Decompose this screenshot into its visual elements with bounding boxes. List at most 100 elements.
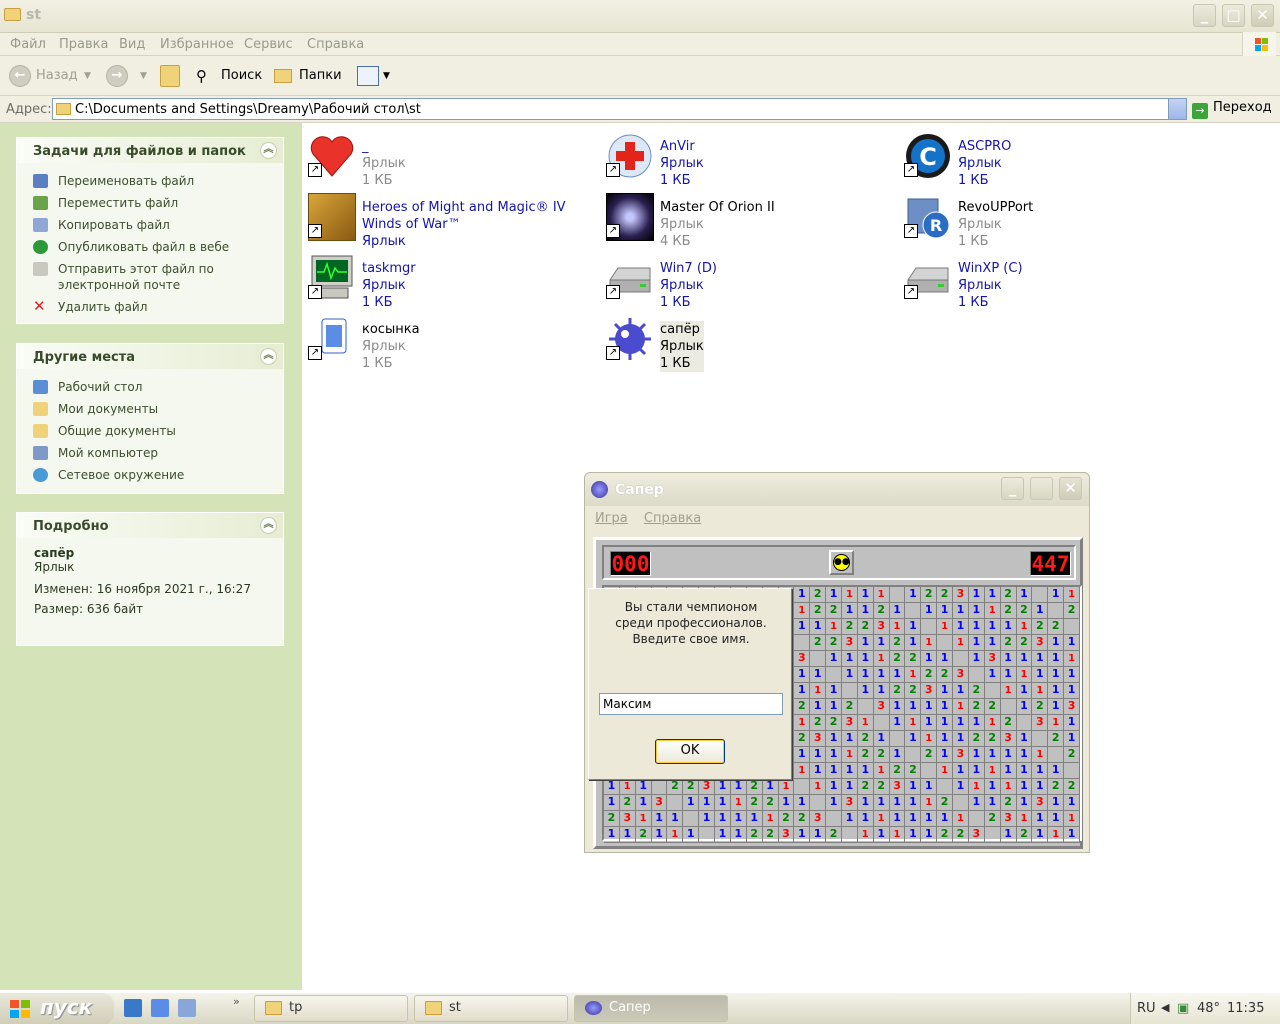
mine-cell[interactable]: 1 [889,699,906,715]
mine-cell[interactable] [635,811,652,827]
menu-favorites[interactable]: Избранное [160,37,234,52]
mine-cell[interactable]: 2 [826,827,842,843]
mine-cell[interactable]: 1 [1016,731,1033,747]
mine-cell[interactable]: 1 [842,651,858,667]
mine-cell[interactable]: 2 [1032,619,1049,635]
mine-cell[interactable]: 1 [905,827,922,843]
mine-cell[interactable]: 2 [857,731,874,747]
mine-cell[interactable]: 1 [1032,651,1049,667]
mine-cell[interactable] [857,715,874,731]
mine-cell[interactable]: 1 [953,603,969,619]
mine-cell[interactable]: 2 [842,619,858,635]
mine-cell[interactable]: 1 [1048,699,1065,715]
mine-cell[interactable]: 3 [984,651,1001,667]
mine-cell[interactable]: 2 [778,811,795,827]
mine-cell[interactable]: 2 [1064,747,1080,763]
menu-view[interactable]: Вид [119,37,145,52]
mine-cell[interactable]: 1 [905,731,922,747]
mine-cell[interactable]: 1 [651,811,668,827]
file-item[interactable]: ↗ косынка Ярлык 1 КБ [306,314,596,372]
mine-cell[interactable]: 1 [984,667,1001,683]
file-item[interactable]: ↗ AnVir Ярлык 1 КБ [604,131,894,189]
show-desktop-icon[interactable] [151,999,169,1017]
minimize-button[interactable]: _ [1001,477,1024,500]
mine-cell[interactable]: 1 [794,747,811,763]
mine-cell[interactable] [953,699,969,715]
mine-cell[interactable]: 1 [937,683,954,699]
menu-edit[interactable]: Правка [59,37,108,52]
mine-cell[interactable]: 2 [889,763,906,779]
mine-cell[interactable] [778,779,795,795]
mine-cell[interactable] [1048,715,1065,731]
mine-cell[interactable]: 1 [826,683,842,699]
mine-cell[interactable] [857,827,874,843]
mine-cell[interactable]: 1 [1016,779,1033,795]
mine-cell[interactable]: 1 [1032,827,1049,843]
mine-cell[interactable] [889,731,906,747]
mine-cell[interactable] [921,635,938,651]
mine-cell[interactable]: 2 [953,827,969,843]
file-item[interactable]: ↗ _ Ярлык 1 КБ [306,131,596,189]
mine-cell[interactable] [762,811,779,827]
mine-cell[interactable]: 1 [905,619,922,635]
mine-cell[interactable] [905,715,922,731]
file-item[interactable]: ↗ Heroes of Might and Magic® IV Winds of… [306,192,596,250]
mine-cell[interactable]: 1 [873,731,890,747]
mine-cell[interactable]: 1 [984,795,1001,811]
mine-cell[interactable]: 1 [810,747,827,763]
mine-cell[interactable] [651,779,668,795]
file-item[interactable]: R ↗ RevoUPPort Ярлык 1 КБ [902,192,1192,250]
mine-cell[interactable]: 1 [826,731,842,747]
place-my-documents[interactable]: Мои документы [17,398,283,420]
mine-cell[interactable]: 1 [857,667,874,683]
mine-cell[interactable]: 2 [826,635,842,651]
mine-cell[interactable]: 1 [842,731,858,747]
mine-cell[interactable]: 3 [842,795,858,811]
file-item[interactable]: ↗ taskmgr Ярлык 1 КБ [306,253,596,311]
mine-cell[interactable]: 1 [715,827,731,843]
mine-cell[interactable]: 1 [1048,811,1065,827]
address-dropdown-button[interactable] [1168,99,1186,119]
mine-cell[interactable]: 1 [1016,683,1033,699]
mine-cell[interactable]: 1 [826,747,842,763]
mine-cell[interactable] [953,795,969,811]
mine-cell[interactable]: 2 [604,811,620,827]
mine-cell[interactable]: 1 [889,603,906,619]
mine-cell[interactable]: 1 [905,635,922,651]
mine-cell[interactable]: 1 [889,795,906,811]
mine-cell[interactable]: 1 [921,699,938,715]
mine-cell[interactable] [667,827,684,843]
views-button[interactable] [357,66,379,86]
mine-cell[interactable]: 2 [810,715,827,731]
mine-cell[interactable]: 1 [715,779,731,795]
move-file-link[interactable]: Переместить файл [17,192,283,214]
mine-cell[interactable]: 1 [635,779,652,795]
file-item[interactable]: ↗ Win7 (D) Ярлык 1 КБ [604,253,894,311]
mine-cell[interactable]: 2 [1032,699,1049,715]
mine-cell[interactable] [699,827,716,843]
mine-cell[interactable] [826,619,842,635]
task-button-minesweeper[interactable]: Сапер [574,995,728,1022]
mine-cell[interactable] [953,651,969,667]
mine-cell[interactable]: 3 [778,827,795,843]
mine-cell[interactable]: 3 [953,587,969,603]
mine-cell[interactable]: 1 [857,811,874,827]
mine-cell[interactable]: 1 [937,731,954,747]
mine-cell[interactable] [1016,715,1033,731]
mine-cell[interactable] [937,635,954,651]
mine-cell[interactable]: 1 [826,699,842,715]
mine-cell[interactable]: 1 [810,699,827,715]
mine-cell[interactable]: 1 [968,651,985,667]
delete-file-link[interactable]: ✕ Удалить файл [17,296,283,318]
collapse-chevron-icon[interactable]: ︽ [260,348,277,365]
mine-cell[interactable]: 1 [889,667,906,683]
mine-cell[interactable]: 2 [683,779,700,795]
mine-cell[interactable]: 1 [826,763,842,779]
mine-cell[interactable]: 1 [1048,795,1065,811]
menu-help[interactable]: Справка [307,37,364,52]
mine-cell[interactable] [921,763,938,779]
mine-cell[interactable]: 2 [1016,635,1033,651]
mine-cell[interactable]: 1 [953,763,969,779]
mine-cell[interactable]: 1 [746,811,763,827]
mine-cell[interactable] [953,635,969,651]
